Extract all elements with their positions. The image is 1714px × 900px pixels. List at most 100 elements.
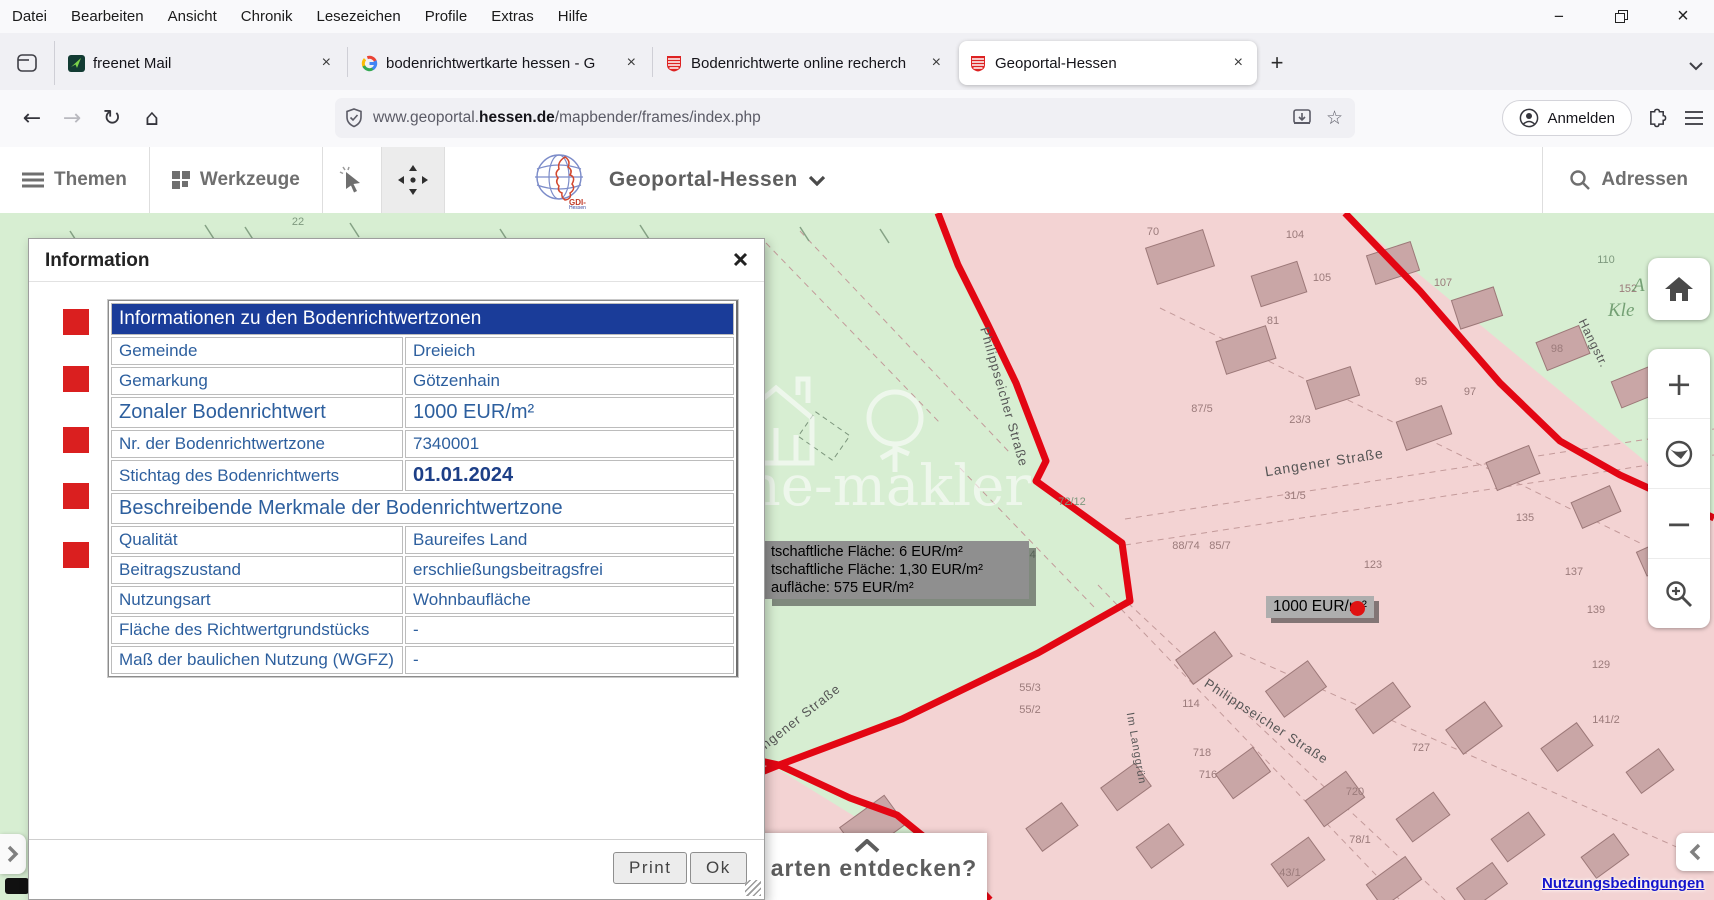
account-icon	[1519, 108, 1539, 128]
menu-item-extras[interactable]: Extras	[479, 0, 546, 33]
list-all-tabs-button[interactable]	[1688, 58, 1704, 76]
tab-bodenrichtwerte-online[interactable]: Bodenrichtwerte online recherch ×	[655, 41, 955, 85]
parcel-number: 139	[1587, 604, 1605, 616]
chevron-up-icon	[854, 839, 880, 853]
terms-link[interactable]: Nutzungsbedingungen	[1542, 875, 1704, 892]
map-home-button[interactable]	[1648, 258, 1710, 320]
information-dialog[interactable]: Information Informationen zu den Bodenri…	[28, 238, 765, 900]
themen-button[interactable]: Themen	[0, 147, 150, 213]
freenet-icon	[67, 54, 85, 72]
ok-button[interactable]: Ok	[690, 852, 747, 884]
parcel-number: 114	[1182, 698, 1200, 710]
expand-left-panel-button[interactable]	[0, 834, 26, 874]
werkzeuge-grid-icon	[172, 171, 190, 189]
werkzeuge-label: Werkzeuge	[200, 169, 300, 191]
werkzeuge-button[interactable]: Werkzeuge	[150, 147, 323, 213]
parcel-number: 87/5	[1191, 403, 1212, 415]
forward-button[interactable]: →	[52, 99, 92, 139]
parcel-number: 85/7	[1209, 540, 1230, 552]
menu-item-chronik[interactable]: Chronik	[229, 0, 305, 33]
dialog-resize-handle[interactable]	[745, 880, 761, 896]
minimize-button[interactable]: −	[1528, 0, 1590, 33]
adressen-search-button[interactable]: Adressen	[1542, 147, 1714, 213]
gdi-hessen-logo: GDI- Hessen	[531, 151, 593, 209]
tab-title: bodenrichtwertkarte hessen - G	[386, 55, 615, 72]
cursor-icon	[339, 166, 365, 194]
menu-item-datei[interactable]: Datei	[0, 0, 59, 33]
restore-icon	[1615, 10, 1628, 23]
zoom-box-button[interactable]	[1648, 559, 1710, 628]
parcel-number: 105	[1313, 272, 1331, 284]
save-page-icon[interactable]	[1292, 108, 1312, 128]
table-row-value: Dreieich	[405, 337, 734, 365]
tab-bodenrichtwertkarte[interactable]: bodenrichtwertkarte hessen - G ×	[350, 41, 650, 85]
tab-close-icon[interactable]: ×	[1230, 54, 1247, 72]
menu-item-hilfe[interactable]: Hilfe	[546, 0, 600, 33]
zoom-out-button[interactable]: −	[1648, 489, 1710, 559]
tab-title: Bodenrichtwerte online recherch	[691, 55, 920, 72]
close-window-button[interactable]: ×	[1652, 0, 1714, 33]
tab-close-icon[interactable]: ×	[318, 54, 335, 72]
parcel-number: 43/1	[1279, 867, 1300, 879]
parcel-number: 98	[1551, 343, 1563, 355]
zoom-in-button[interactable]: +	[1648, 349, 1710, 419]
menu-item-ansicht[interactable]: Ansicht	[156, 0, 229, 33]
tab-freenet-mail[interactable]: freenet Mail ×	[57, 41, 345, 85]
table-row-label: Zonaler Bodenrichtwert	[111, 397, 403, 428]
google-icon	[360, 54, 378, 72]
tooltip-line: tschaftliche Fläche: 6 EUR/m²	[771, 543, 1023, 561]
area-name-label: A	[1631, 275, 1645, 296]
dialog-close-button[interactable]	[730, 249, 750, 269]
chevron-down-icon	[808, 175, 826, 186]
reload-button[interactable]: ↻	[92, 99, 132, 139]
new-tab-button[interactable]: +	[1259, 45, 1295, 81]
search-icon	[1569, 169, 1591, 191]
overview-globe-button[interactable]	[1648, 419, 1710, 489]
parcel-number: 727	[1412, 742, 1430, 754]
restore-button[interactable]	[1590, 0, 1652, 33]
menu-items: DateiBearbeitenAnsichtChronikLesezeichen…	[0, 0, 600, 33]
browser-window: DateiBearbeitenAnsichtChronikLesezeichen…	[0, 0, 1714, 900]
login-button[interactable]: Anmelden	[1502, 100, 1632, 136]
table-row-label: Fläche des Richtwertgrundstücks	[111, 616, 403, 644]
tab-geoportal-hessen[interactable]: Geoportal-Hessen ×	[959, 41, 1257, 85]
move-icon	[398, 165, 428, 195]
url-bar[interactable]: www.geoportal.hessen.de/mapbender/frames…	[335, 98, 1355, 138]
parcel-number: 78/1	[1349, 834, 1370, 846]
tab-close-icon[interactable]: ×	[623, 54, 640, 72]
print-button[interactable]: Print	[613, 852, 687, 884]
menu-item-bearbeiten[interactable]: Bearbeiten	[59, 0, 156, 33]
app-menu-icon[interactable]	[1684, 110, 1704, 126]
back-button[interactable]: ←	[12, 99, 52, 139]
firefox-view-button[interactable]	[0, 41, 55, 85]
map-viewport[interactable]: ohne-makler Langener StraßeLangener Stra…	[0, 213, 1714, 900]
hessen-crest-icon	[665, 54, 683, 72]
select-tool-button[interactable]	[323, 147, 382, 213]
table-row-label: Gemarkung	[111, 367, 403, 395]
parcel-number: 141/2	[1592, 714, 1620, 726]
navigation-bar: ← → ↻ ⌂ www.geoportal.hessen.de/mapbende…	[0, 90, 1714, 148]
dialog-footer-divider	[29, 839, 764, 840]
themen-label: Themen	[54, 169, 127, 191]
hessen-crest-icon	[969, 54, 987, 72]
parcel-number: 88/74	[1172, 540, 1200, 552]
menu-item-lesezeichen[interactable]: Lesezeichen	[304, 0, 412, 33]
tab-close-icon[interactable]: ×	[928, 54, 945, 72]
table-row-value: Götzenhain	[405, 367, 734, 395]
table-row-value: Baureifes Land	[405, 526, 734, 554]
discover-maps-panel[interactable]: arten entdecken?	[747, 833, 987, 900]
firefox-view-icon	[17, 54, 37, 72]
themen-menu-icon	[22, 172, 44, 188]
extensions-icon[interactable]	[1648, 108, 1668, 128]
menu-item-profile[interactable]: Profile	[413, 0, 480, 33]
table-row-label: Maß der baulichen Nutzung (WGFZ)	[111, 646, 403, 674]
table-header: Informationen zu den Bodenrichtwertzonen	[111, 303, 734, 335]
pan-tool-button[interactable]	[382, 147, 445, 213]
svg-text:Hessen: Hessen	[569, 205, 586, 209]
bodenrichtwert-map-label: 1000 EUR/m²	[1266, 596, 1374, 618]
app-title[interactable]: Geoportal-Hessen	[609, 168, 826, 192]
bookmark-star-icon[interactable]: ☆	[1326, 107, 1343, 129]
table-row-value: -	[405, 646, 734, 674]
home-button[interactable]: ⌂	[132, 99, 172, 139]
collapse-right-panel-button[interactable]	[1676, 833, 1714, 871]
